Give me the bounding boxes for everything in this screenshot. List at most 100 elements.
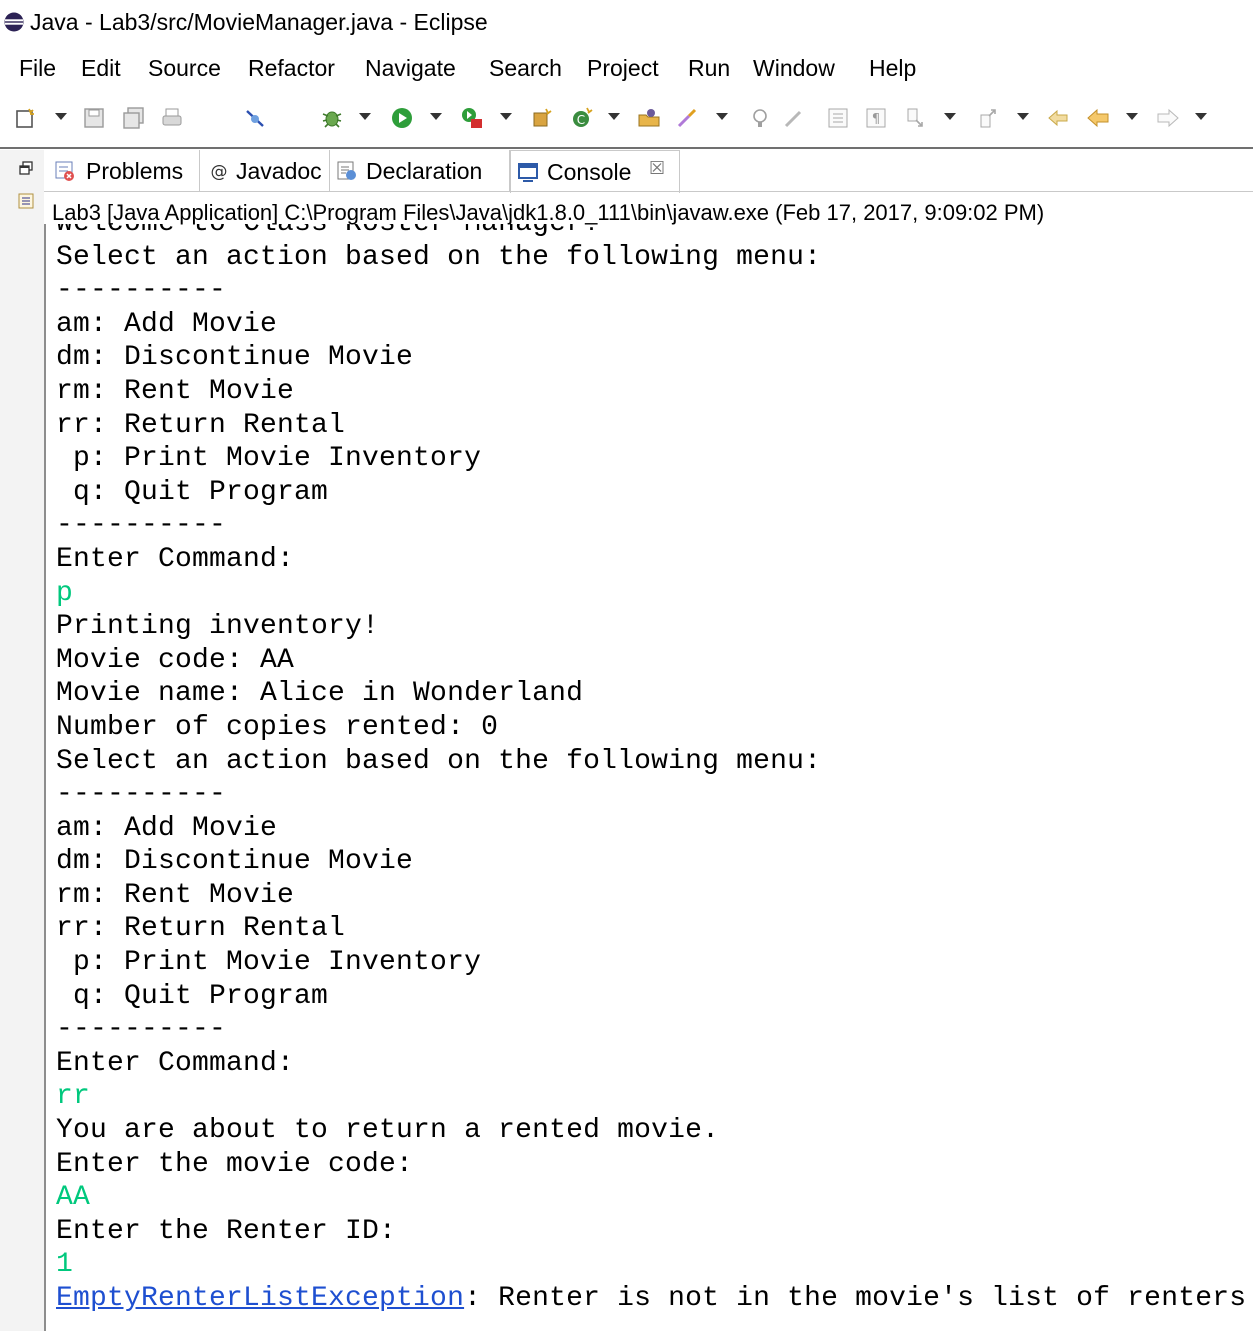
console-output-line: Movie code: AA [56,644,295,676]
console-output-line: dm: Discontinue Movie [56,342,414,374]
toolbar: C ¶ [0,96,1253,146]
declaration-icon [337,161,356,180]
debug-dropdown-icon[interactable] [359,113,371,120]
console-output-line: ---------- [56,275,227,307]
next-annotation-icon[interactable] [902,106,926,130]
console-output-line: p: Print Movie Inventory [56,947,482,979]
close-icon[interactable]: ☒ [649,158,665,179]
menu-help[interactable]: Help [869,54,916,82]
console-output-line: rr: Return Rental [56,913,346,945]
back-icon[interactable] [1086,106,1110,130]
next-annotation-dropdown-icon[interactable] [944,113,956,120]
console-launch-description: Lab3 [Java Application] C:\Program Files… [52,200,1045,225]
console-output-line: rr: Return Rental [56,409,346,441]
console-input-line: p [56,577,74,609]
console-output-line: ---------- [56,1014,227,1046]
svg-text:C: C [577,113,585,127]
menu-project[interactable]: Project [587,54,659,82]
tab-bar-divider [44,191,1253,192]
console-output-line: ---------- [56,510,227,542]
console-output-line: Movie name: Alice in Wonderland [56,678,584,710]
console-output-line: Enter Command: [56,1047,295,1079]
forward-dropdown-icon[interactable] [1195,113,1207,120]
tab-label: Declaration [366,158,483,184]
window-title: Java - Lab3/src/MovieManager.java - Ecli… [30,9,488,35]
console-input-line: AA [56,1182,91,1214]
last-edit-location-icon[interactable] [1046,106,1070,130]
console-error-line: EmptyRenterListException: Renter is not … [56,1282,1253,1316]
tab-label: Javadoc [236,158,322,184]
exception-link[interactable]: EmptyRenterListException [56,1283,464,1314]
menu-run[interactable]: Run [688,54,730,82]
new-java-class-icon[interactable]: C [570,106,594,130]
console-output-line: You are about to return a rented movie. [56,1115,720,1147]
tab-label: Problems [86,158,184,184]
console-output-line: Number of copies rented: 0 [56,711,499,743]
svg-text:@: @ [211,162,228,182]
console-output-line: Enter the movie code: [56,1148,414,1180]
outline-view-icon[interactable] [18,193,34,209]
tab-label: Console [547,159,632,185]
console-output-line: Printing inventory! [56,611,380,643]
svg-text:¶: ¶ [872,112,880,127]
console-text: Welcome to Class Roster Manager!Select a… [56,224,1253,1316]
title-bar: Java - Lab3/src/MovieManager.java - Ecli… [0,0,1253,44]
console-output-line: am: Add Movie [56,812,278,844]
problems-icon [55,161,74,181]
restore-icon[interactable] [19,161,33,175]
run-dropdown-icon[interactable] [430,113,442,120]
external-tools-icon[interactable] [460,106,484,130]
console-output-line: Enter Command: [56,543,295,575]
debug-icon[interactable] [320,106,344,130]
toggle-edit-icon[interactable] [782,106,806,130]
back-dropdown-icon[interactable] [1126,113,1138,120]
tab-javadoc[interactable]: @ Javadoc [200,150,330,192]
console-output-line: dm: Discontinue Movie [56,846,414,878]
save-all-icon[interactable] [122,106,146,130]
tab-console[interactable]: Console ☒ [510,150,680,193]
menu-navigate[interactable]: Navigate [365,54,456,82]
new-icon[interactable] [14,106,38,130]
run-icon[interactable] [390,106,414,130]
console-output-line: Enter the Renter ID: [56,1215,397,1247]
external-tools-dropdown-icon[interactable] [500,113,512,120]
console-output-line: Select an action based on the following … [56,241,822,273]
console-output-line: am: Add Movie [56,308,278,340]
save-icon[interactable] [82,106,106,130]
skip-breakpoints-icon[interactable] [243,106,267,130]
open-type-icon[interactable] [637,106,661,130]
menu-source[interactable]: Source [148,54,221,82]
menu-bar: File Edit Source Refactor Navigate Searc… [0,52,1253,86]
new-dropdown-icon[interactable] [55,113,67,120]
menu-refactor[interactable]: Refactor [248,54,335,82]
new-class-dropdown-icon[interactable] [608,113,620,120]
console-output-line: Select an action based on the following … [56,745,822,777]
console-output-line: q: Quit Program [56,476,329,508]
console-output-line: Welcome to Class Roster Manager! [56,224,1253,241]
previous-annotation-icon[interactable] [975,106,999,130]
previous-annotation-dropdown-icon[interactable] [1017,113,1029,120]
forward-icon[interactable] [1156,106,1180,130]
menu-file[interactable]: File [19,54,56,82]
print-icon[interactable] [160,106,184,130]
left-trim [0,150,44,1331]
at-sign-icon: @ [211,162,228,182]
search-icon[interactable] [675,106,699,130]
menu-window[interactable]: Window [753,54,835,82]
tab-declaration[interactable]: Declaration [330,150,510,192]
eclipse-icon [4,12,24,32]
menu-edit[interactable]: Edit [81,54,121,82]
search-dropdown-icon[interactable] [716,113,728,120]
block-selection-icon[interactable] [826,106,850,130]
new-java-package-icon[interactable] [530,106,554,130]
console-output[interactable]: Welcome to Class Roster Manager!Select a… [44,224,1253,1331]
view-tab-bar: Problems @ Javadoc Declaration Console ☒ [44,150,1253,193]
toggle-mark-occurrences-icon[interactable] [748,106,772,130]
show-whitespace-icon[interactable]: ¶ [864,106,888,130]
tab-problems[interactable]: Problems [48,150,200,192]
console-input-line: 1 [56,1249,74,1281]
menu-search[interactable]: Search [489,54,562,82]
exception-message: : Renter is not in the movie's list of r… [464,1283,1253,1314]
console-output-line: rm: Rent Movie [56,879,295,911]
console-output-line: p: Print Movie Inventory [56,443,482,475]
